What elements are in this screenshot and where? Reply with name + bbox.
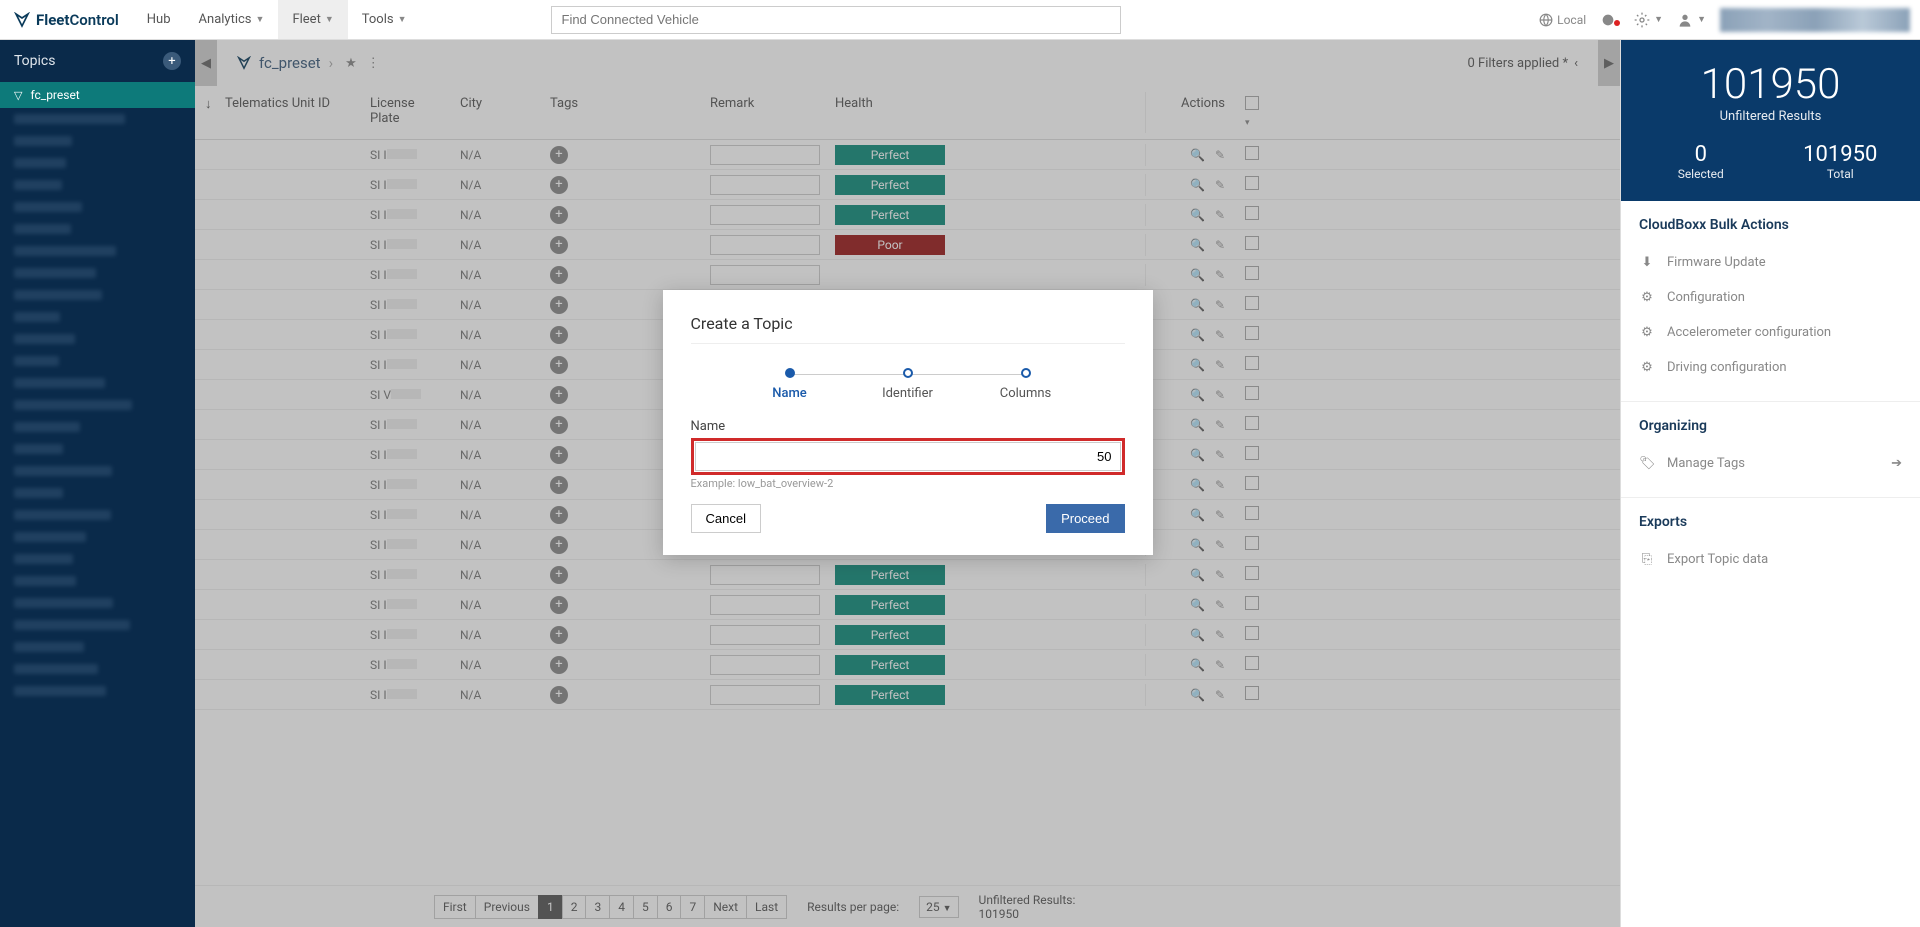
sidebar-item-redacted[interactable]: [0, 548, 195, 570]
notifications-icon[interactable]: [1600, 12, 1620, 28]
export-icon: ⎘: [1639, 552, 1655, 567]
name-hint: Example: low_bat_overview-2: [691, 477, 1125, 490]
arrow-right-icon: ➔: [1891, 456, 1902, 471]
settings-menu[interactable]: ▼: [1634, 12, 1663, 28]
sidebar-item-redacted[interactable]: [0, 218, 195, 240]
grand-total: 101950 Total: [1771, 142, 1911, 181]
step-name: Name: [731, 368, 849, 401]
tag-icon: 🏷: [1639, 456, 1655, 471]
firmware-update-action[interactable]: ⬇ Firmware Update: [1639, 245, 1902, 280]
selected-count: 0 Selected: [1631, 142, 1771, 181]
sidebar-item-redacted[interactable]: [0, 152, 195, 174]
right-panel: 101950 Unfiltered Results 0 Selected 101…: [1620, 40, 1920, 927]
search-input[interactable]: [551, 6, 1121, 34]
nav-hub[interactable]: Hub: [133, 0, 185, 39]
manage-tags-action[interactable]: 🏷 Manage Tags ➔: [1639, 446, 1902, 481]
topbar: FleetControl Hub Analytics▼ Fleet▼ Tools…: [0, 0, 1920, 40]
gear-icon: ⚙: [1639, 325, 1655, 340]
sidebar-item-redacted[interactable]: [0, 460, 195, 482]
sidebar: Topics + ▽fc_preset: [0, 40, 195, 927]
sidebar-item-redacted[interactable]: [0, 438, 195, 460]
topbar-right: Local ▼ ▼: [1539, 8, 1920, 32]
accelerometer-config-action[interactable]: ⚙ Accelerometer configuration: [1639, 315, 1902, 350]
download-icon: ⬇: [1639, 255, 1655, 270]
step-identifier: Identifier: [849, 368, 967, 401]
step-columns: Columns: [967, 368, 1085, 401]
main-content: ◀ fc_preset › ★ ⋮ 0 Filters applied *‹ ▶…: [195, 40, 1620, 927]
gear-icon: ⚙: [1639, 290, 1655, 305]
main-nav: Hub Analytics▼ Fleet▼ Tools▼: [133, 0, 421, 39]
user-menu[interactable]: ▼: [1677, 12, 1706, 28]
organizing-title: Organizing: [1639, 418, 1902, 434]
sidebar-item-redacted[interactable]: [0, 306, 195, 328]
configuration-action[interactable]: ⚙ Configuration: [1639, 280, 1902, 315]
sidebar-item-redacted[interactable]: [0, 284, 195, 306]
sidebar-item-redacted[interactable]: [0, 482, 195, 504]
nav-fleet[interactable]: Fleet▼: [278, 0, 347, 39]
sidebar-item-redacted[interactable]: [0, 262, 195, 284]
sidebar-item-redacted[interactable]: [0, 328, 195, 350]
user-icon: [1677, 12, 1693, 28]
sidebar-item-redacted[interactable]: [0, 614, 195, 636]
sidebar-header: Topics +: [0, 40, 195, 82]
stats-block: 101950 Unfiltered Results 0 Selected 101…: [1621, 40, 1920, 201]
globe-icon: [1539, 13, 1553, 27]
bell-icon: [1600, 12, 1616, 28]
nav-analytics[interactable]: Analytics▼: [185, 0, 279, 39]
exports-title: Exports: [1639, 514, 1902, 530]
sidebar-item-redacted[interactable]: [0, 658, 195, 680]
nav-tools[interactable]: Tools▼: [348, 0, 421, 39]
brand-icon: [14, 12, 30, 28]
sidebar-item-redacted[interactable]: [0, 196, 195, 218]
export-topic-action[interactable]: ⎘ Export Topic data: [1639, 542, 1902, 577]
name-input[interactable]: [695, 442, 1121, 471]
add-topic-button[interactable]: +: [163, 52, 181, 70]
brand-icon: ▽: [14, 89, 22, 102]
total-count: 101950: [1631, 60, 1910, 109]
sidebar-item-redacted[interactable]: [0, 570, 195, 592]
bulk-actions-title: CloudBoxx Bulk Actions: [1639, 217, 1902, 233]
total-count-label: Unfiltered Results: [1631, 109, 1910, 124]
sidebar-item-redacted[interactable]: [0, 372, 195, 394]
sidebar-item-redacted[interactable]: [0, 592, 195, 614]
global-search: [551, 6, 1121, 34]
sidebar-item-redacted[interactable]: [0, 680, 195, 702]
sidebar-item-redacted[interactable]: [0, 416, 195, 438]
sidebar-title: Topics: [14, 53, 55, 69]
locale-switch[interactable]: Local: [1539, 13, 1586, 27]
sidebar-item-redacted[interactable]: [0, 130, 195, 152]
sidebar-item-redacted[interactable]: [0, 394, 195, 416]
name-field: Name Example: low_bat_overview-2: [691, 419, 1125, 490]
sidebar-item-redacted[interactable]: [0, 504, 195, 526]
sidebar-item-redacted[interactable]: [0, 174, 195, 196]
brand-logo[interactable]: FleetControl: [0, 11, 133, 29]
sidebar-item-redacted[interactable]: [0, 526, 195, 548]
driving-config-action[interactable]: ⚙ Driving configuration: [1639, 350, 1902, 385]
sidebar-item-redacted[interactable]: [0, 240, 195, 262]
sidebar-item-redacted[interactable]: [0, 636, 195, 658]
sidebar-item[interactable]: ▽fc_preset: [0, 82, 195, 108]
gear-icon: [1634, 12, 1650, 28]
create-topic-modal: Create a Topic Name Identifier Columns N…: [663, 290, 1153, 555]
cancel-button[interactable]: Cancel: [691, 504, 761, 533]
gear-icon: ⚙: [1639, 360, 1655, 375]
modal-stepper: Name Identifier Columns: [731, 368, 1085, 401]
user-label-redacted: [1720, 8, 1910, 32]
proceed-button[interactable]: Proceed: [1046, 504, 1124, 533]
name-label: Name: [691, 419, 1125, 434]
sidebar-item-redacted[interactable]: [0, 350, 195, 372]
modal-title: Create a Topic: [691, 314, 1125, 344]
sidebar-item-redacted[interactable]: [0, 108, 195, 130]
